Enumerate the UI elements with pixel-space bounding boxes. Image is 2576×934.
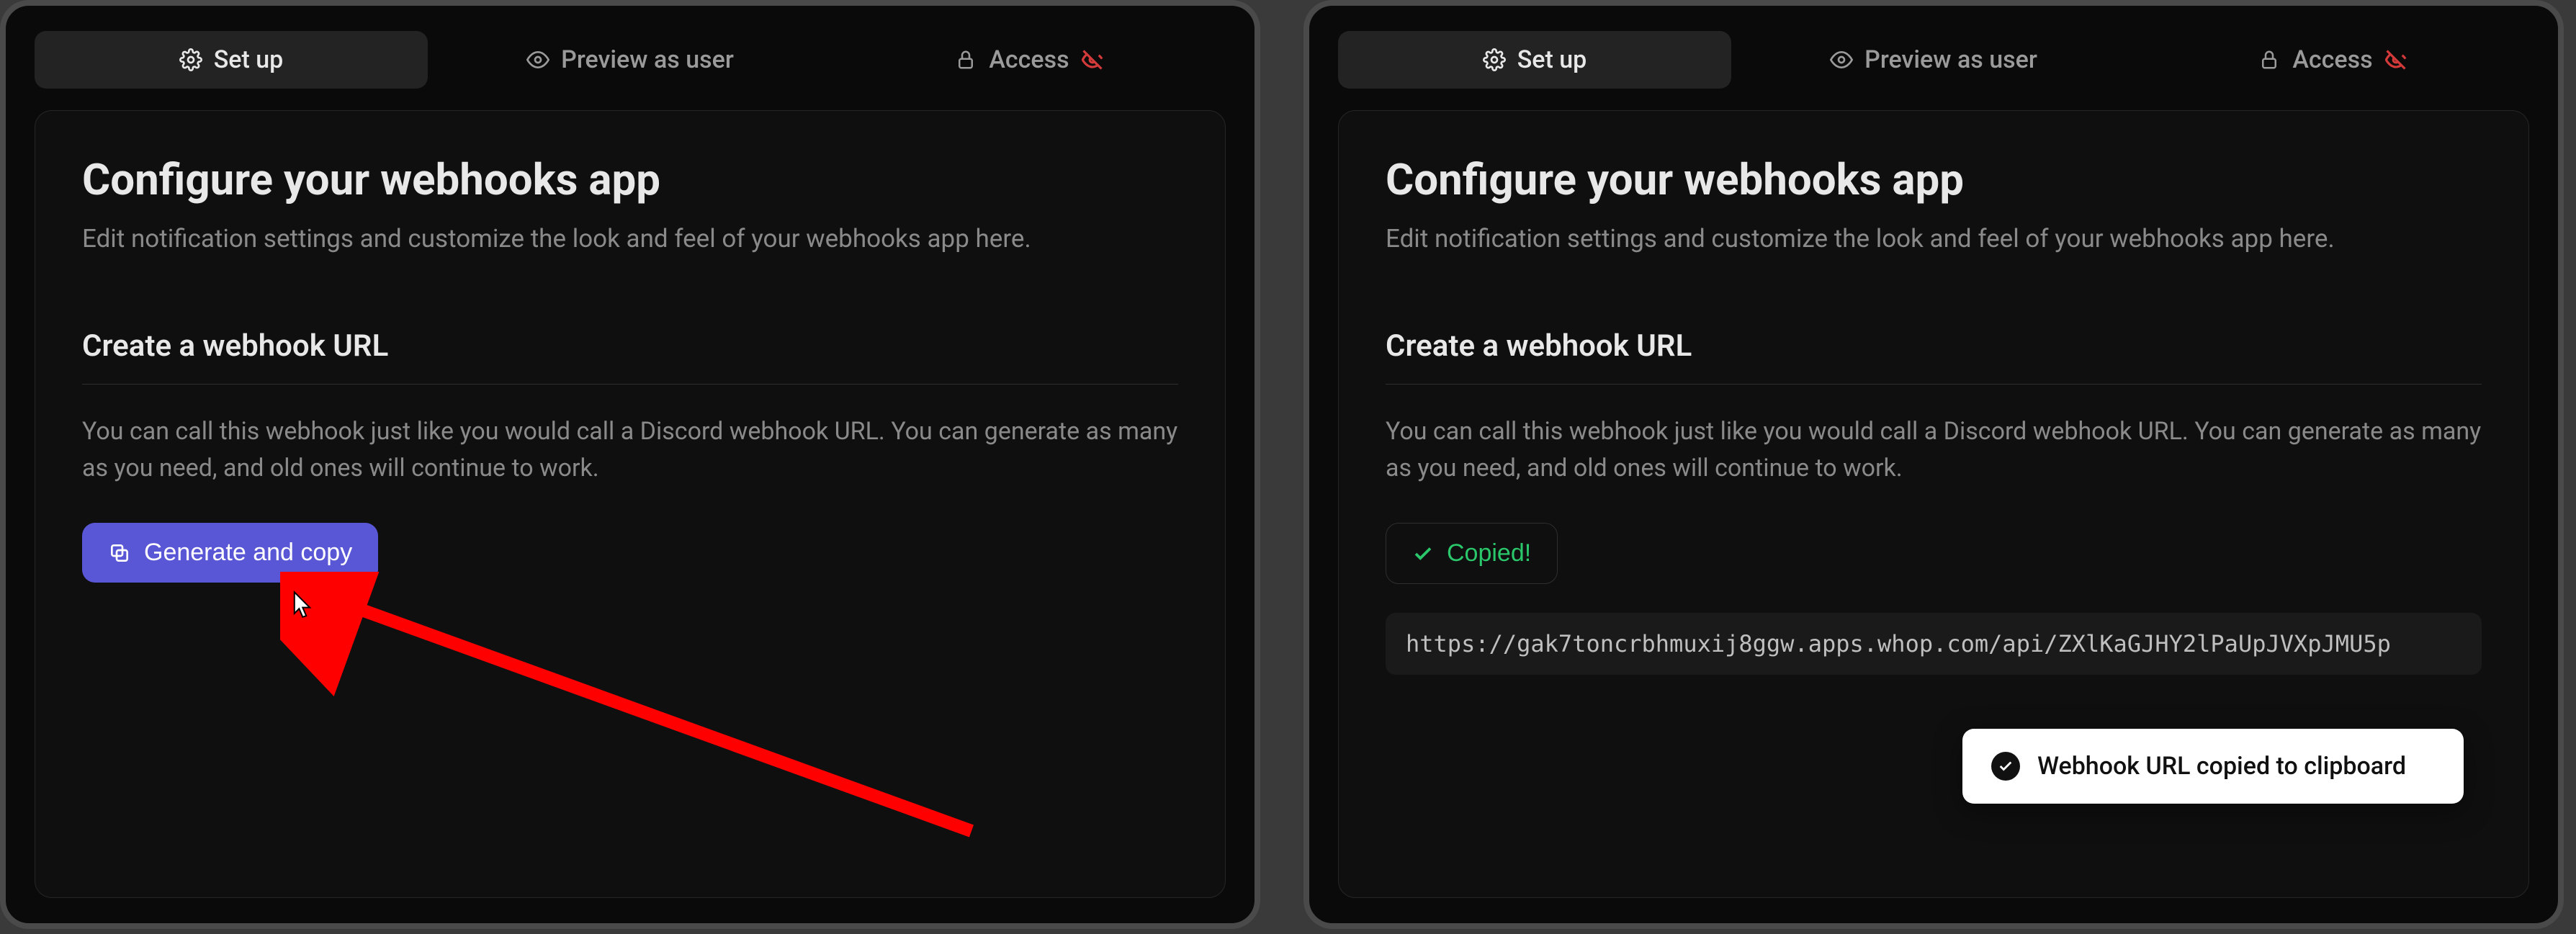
tab-label: Set up — [1517, 45, 1587, 74]
page-subtitle: Edit notification settings and customize… — [1386, 221, 2482, 256]
config-card: Configure your webhooks app Edit notific… — [1338, 110, 2529, 898]
tab-bar: Set up Preview as user Access — [1338, 31, 2529, 89]
copied-button[interactable]: Copied! — [1386, 523, 1558, 584]
tab-setup[interactable]: Set up — [1338, 31, 1731, 89]
tab-label: Access — [2292, 45, 2372, 74]
panel-after: Set up Preview as user Access Configure … — [1303, 0, 2564, 929]
tab-preview[interactable]: Preview as user — [434, 31, 827, 89]
eye-slash-icon — [2384, 48, 2407, 71]
page-subtitle: Edit notification settings and customize… — [82, 221, 1178, 256]
page-title: Configure your webhooks app — [82, 154, 1178, 205]
tab-label: Set up — [214, 45, 284, 74]
pointer-cursor-icon — [286, 590, 315, 623]
section-heading: Create a webhook URL — [82, 328, 1178, 385]
toast-message: Webhook URL copied to clipboard — [2037, 752, 2406, 781]
tab-preview[interactable]: Preview as user — [1737, 31, 2130, 89]
page-title: Configure your webhooks app — [1386, 154, 2482, 205]
tab-access[interactable]: Access — [2136, 31, 2529, 89]
generate-and-copy-button[interactable]: Generate and copy — [82, 523, 378, 583]
button-label: Copied! — [1447, 539, 1531, 567]
check-circle-icon — [1991, 752, 2020, 781]
toast-notification: Webhook URL copied to clipboard — [1962, 729, 2464, 804]
section-heading: Create a webhook URL — [1386, 328, 2482, 385]
eye-slash-icon — [1081, 48, 1104, 71]
annotation-arrow — [280, 572, 986, 845]
eye-icon — [526, 48, 549, 71]
gear-icon — [1483, 48, 1506, 71]
tab-setup[interactable]: Set up — [35, 31, 428, 89]
config-card: Configure your webhooks app Edit notific… — [35, 110, 1226, 898]
tab-label: Preview as user — [1864, 45, 2037, 74]
check-icon — [1412, 543, 1434, 565]
section-description: You can call this webhook just like you … — [1386, 413, 2482, 487]
section-description: You can call this webhook just like you … — [82, 413, 1178, 487]
copy-icon — [108, 542, 131, 565]
tab-bar: Set up Preview as user Access — [35, 31, 1226, 89]
panel-before: Set up Preview as user Access Configure … — [0, 0, 1260, 929]
tab-label: Access — [989, 45, 1069, 74]
lock-icon — [954, 48, 977, 71]
webhook-url-display[interactable]: https://gak7toncrbhmuxij8ggw.apps.whop.c… — [1386, 613, 2482, 675]
lock-icon — [2258, 48, 2281, 71]
gear-icon — [179, 48, 202, 71]
tab-access[interactable]: Access — [833, 31, 1226, 89]
button-label: Generate and copy — [144, 539, 352, 567]
tab-label: Preview as user — [561, 45, 734, 74]
eye-icon — [1830, 48, 1853, 71]
